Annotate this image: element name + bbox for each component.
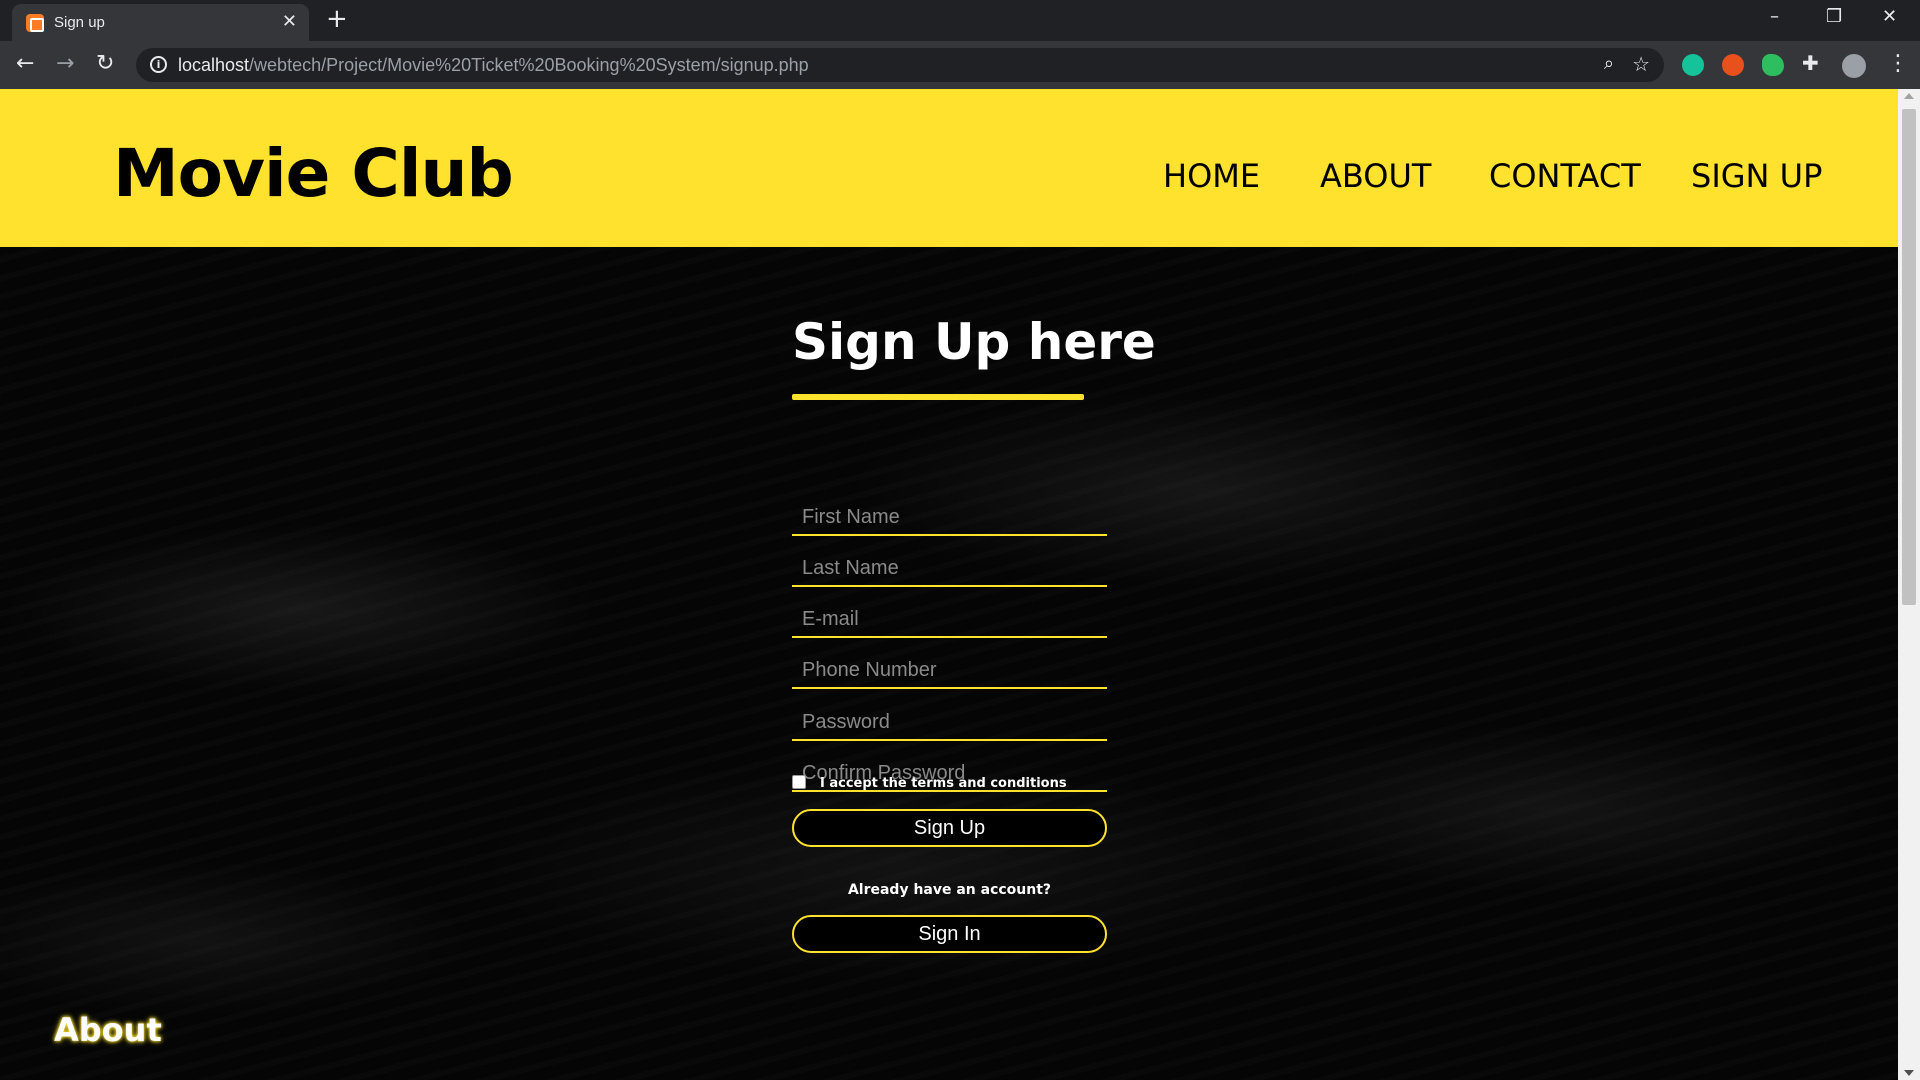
nav-home[interactable]: HOME xyxy=(1163,157,1260,195)
tab-close-icon[interactable]: ✕ xyxy=(282,11,297,32)
site-info-icon[interactable]: i xyxy=(150,56,167,73)
phone-field[interactable] xyxy=(792,639,1107,689)
first-name-field[interactable] xyxy=(792,486,1107,536)
last-name-field[interactable] xyxy=(792,537,1107,587)
password-field[interactable] xyxy=(792,691,1107,741)
profile-avatar[interactable] xyxy=(1842,54,1866,78)
tab-title: Sign up xyxy=(54,14,105,31)
new-tab-plus-icon[interactable]: + xyxy=(326,6,348,32)
reload-icon[interactable]: ↻ xyxy=(96,51,114,77)
browser-tab-strip: Sign up ✕ + – ❐ ✕ xyxy=(0,0,1920,41)
browser-toolbar: ← → ↻ i localhost/webtech/Project/Movie%… xyxy=(0,41,1920,89)
nav-contact[interactable]: CONTACT xyxy=(1489,157,1641,195)
zoom-magnifier-icon[interactable]: ⌕ xyxy=(1604,53,1614,74)
restore-icon[interactable]: ❐ xyxy=(1826,6,1842,27)
browser-tab[interactable]: Sign up ✕ xyxy=(12,4,309,41)
signup-button[interactable]: Sign Up xyxy=(792,809,1107,847)
forward-arrow-icon[interactable]: → xyxy=(56,51,74,77)
window-close-icon[interactable]: ✕ xyxy=(1882,6,1897,27)
terms-checkbox[interactable] xyxy=(792,775,806,789)
page-scrollbar[interactable] xyxy=(1898,89,1920,1080)
bookmark-star-icon[interactable]: ☆ xyxy=(1632,52,1650,76)
web-page: Movie Club HOME ABOUT CONTACT SIGN UP Si… xyxy=(0,89,1898,1080)
scroll-down-arrow-icon[interactable] xyxy=(1904,1070,1914,1076)
email-field[interactable] xyxy=(792,588,1107,638)
already-account-text: Already have an account? xyxy=(847,882,1052,898)
url-path: /webtech/Project/Movie%20Ticket%20Bookin… xyxy=(249,55,809,75)
scroll-up-arrow-icon[interactable] xyxy=(1904,93,1914,99)
evernote-icon[interactable] xyxy=(1762,54,1784,76)
scroll-thumb[interactable] xyxy=(1902,109,1916,605)
browser-menu-icon[interactable]: ⋮ xyxy=(1887,51,1909,76)
terms-label: I accept the terms and conditions xyxy=(820,776,1067,791)
puzzle-extensions-icon[interactable]: ✚ xyxy=(1802,51,1824,75)
about-heading: About xyxy=(54,1011,162,1049)
back-arrow-icon[interactable]: ← xyxy=(16,51,34,77)
grammarly-icon[interactable] xyxy=(1682,54,1704,76)
form-title: Sign Up here xyxy=(792,313,1156,371)
nav-about[interactable]: ABOUT xyxy=(1320,157,1431,195)
signin-button[interactable]: Sign In xyxy=(792,915,1107,953)
title-underline xyxy=(792,394,1084,400)
address-bar[interactable]: i localhost/webtech/Project/Movie%20Tick… xyxy=(136,48,1664,82)
url-host: localhost xyxy=(178,55,250,75)
fox-extension-icon[interactable] xyxy=(1722,54,1744,76)
nav-signup[interactable]: SIGN UP xyxy=(1691,157,1822,195)
site-header: Movie Club HOME ABOUT CONTACT SIGN UP xyxy=(0,89,1898,247)
address-url[interactable]: localhost/webtech/Project/Movie%20Ticket… xyxy=(178,55,809,76)
site-logo[interactable]: Movie Club xyxy=(113,135,514,212)
minimize-icon[interactable]: – xyxy=(1770,6,1779,27)
xampp-favicon-icon xyxy=(26,14,44,32)
